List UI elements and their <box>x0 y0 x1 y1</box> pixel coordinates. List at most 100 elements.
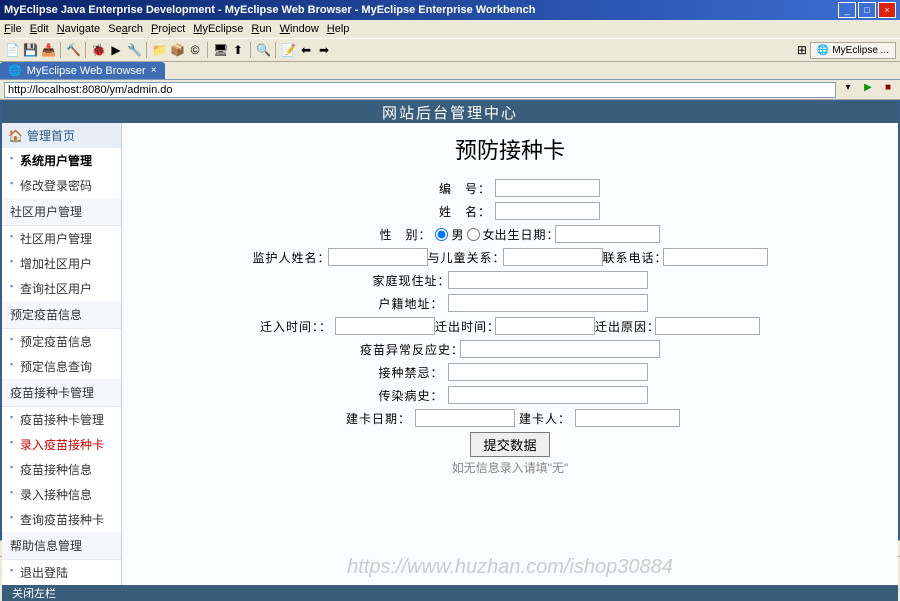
sidebar-item-enter-vaccine[interactable]: 录入接种信息 <box>2 482 121 507</box>
web-icon: 🌐 <box>8 64 22 77</box>
new-project-icon[interactable]: 📁 <box>151 42 167 58</box>
menu-project[interactable]: Project <box>151 23 185 35</box>
separator <box>250 42 251 58</box>
gender-radios: 男 女 <box>435 226 494 243</box>
sidebar-item-logout[interactable]: 退出登陆 <box>2 560 121 585</box>
menu-file[interactable]: File <box>4 23 22 35</box>
new-class-icon[interactable]: © <box>187 42 203 58</box>
nav-forward-icon[interactable]: ➡ <box>316 42 332 58</box>
input-move-reason[interactable] <box>655 317 760 335</box>
new-package-icon[interactable]: 📦 <box>169 42 185 58</box>
sidebar-group-help: 帮助信息管理 <box>2 532 121 560</box>
annotation-icon[interactable]: 📝 <box>280 42 296 58</box>
input-name[interactable] <box>495 202 600 220</box>
label-name: 姓 名： <box>420 203 495 220</box>
sidebar-item-query-card[interactable]: 查询疫苗接种卡 <box>2 507 121 532</box>
input-disease[interactable] <box>448 386 648 404</box>
sidebar-item-vaccine-info[interactable]: 疫苗接种信息 <box>2 457 121 482</box>
admin-sidebar: 🏠 管理首页 系统用户管理 修改登录密码 社区用户管理 社区用户管理 增加社区用… <box>2 123 122 585</box>
input-reg-addr[interactable] <box>448 294 648 312</box>
menu-bar: File Edit Navigate Search Project MyEcli… <box>0 20 900 38</box>
sidebar-item-password[interactable]: 修改登录密码 <box>2 173 121 198</box>
menu-help[interactable]: Help <box>327 23 350 35</box>
server-icon[interactable]: 🖥 <box>212 42 228 58</box>
label-phone: 联系电话： <box>603 249 663 266</box>
input-phone[interactable] <box>663 248 768 266</box>
close-tab-icon[interactable]: × <box>151 65 157 76</box>
input-move-in[interactable] <box>335 317 435 335</box>
menu-edit[interactable]: Edit <box>30 23 49 35</box>
menu-run[interactable]: Run <box>251 23 271 35</box>
menu-search[interactable]: Search <box>108 23 143 35</box>
url-dropdown-icon[interactable]: ▾ <box>840 82 856 98</box>
label-move-reason: 迁出原因： <box>595 318 655 335</box>
label-guardian: 监护人姓名： <box>253 249 328 266</box>
menu-navigate[interactable]: Navigate <box>57 23 100 35</box>
go-icon[interactable]: ▶ <box>860 82 876 98</box>
save-all-icon[interactable]: 📥 <box>40 42 56 58</box>
debug-icon[interactable]: 🐞 <box>90 42 106 58</box>
label-reg-addr: 户籍地址： <box>373 295 448 312</box>
editor-tab-bar: 🌐 MyEclipse Web Browser × <box>0 62 900 80</box>
new-icon[interactable]: 📄 <box>4 42 20 58</box>
url-input[interactable] <box>4 82 836 98</box>
input-home-addr[interactable] <box>448 271 648 289</box>
input-reaction[interactable] <box>460 340 660 358</box>
input-card-person[interactable] <box>575 409 680 427</box>
sidebar-group-reserve: 预定疫苗信息 <box>2 301 121 329</box>
input-card-date[interactable] <box>415 409 515 427</box>
input-birth[interactable] <box>555 225 660 243</box>
sidebar-home[interactable]: 🏠 管理首页 <box>2 123 121 148</box>
home-icon: 🏠 <box>8 129 23 143</box>
perspective-switcher: ⊞ 🌐 MyEclipse ... <box>794 42 896 59</box>
label-relation: 与儿童关系： <box>428 249 503 266</box>
close-button[interactable]: × <box>878 2 896 18</box>
nav-back-icon[interactable]: ⬅ <box>298 42 314 58</box>
menu-window[interactable]: Window <box>280 23 319 35</box>
minimize-button[interactable]: _ <box>838 2 856 18</box>
sidebar-item-community-mgmt[interactable]: 社区用户管理 <box>2 226 121 251</box>
radio-male[interactable] <box>435 228 448 241</box>
sidebar-item-reserve-query[interactable]: 预定信息查询 <box>2 354 121 379</box>
separator <box>207 42 208 58</box>
input-relation[interactable] <box>503 248 603 266</box>
window-title: MyEclipse Java Enterprise Development - … <box>4 4 535 16</box>
menu-myeclipse[interactable]: MyEclipse <box>193 23 243 35</box>
form-panel: 预防接种卡 编 号： 姓 名： 性 别： 男 女 <box>122 123 898 585</box>
input-move-out[interactable] <box>495 317 595 335</box>
myeclipse-perspective-button[interactable]: 🌐 MyEclipse ... <box>810 42 896 59</box>
input-contra[interactable] <box>448 363 648 381</box>
browser-viewport: 网站后台管理中心 🏠 管理首页 系统用户管理 修改登录密码 社区用户管理 社区用… <box>0 100 900 540</box>
sidebar-group-system[interactable]: 系统用户管理 <box>2 148 121 173</box>
browser-tab[interactable]: 🌐 MyEclipse Web Browser × <box>0 62 165 79</box>
label-reaction: 疫苗异常反应史： <box>360 341 460 358</box>
page-content: 网站后台管理中心 🏠 管理首页 系统用户管理 修改登录密码 社区用户管理 社区用… <box>2 102 898 538</box>
page-body: 🏠 管理首页 系统用户管理 修改登录密码 社区用户管理 社区用户管理 增加社区用… <box>2 123 898 585</box>
browser-url-bar: ▾ ▶ ■ <box>0 80 900 100</box>
sidebar-item-enter-card[interactable]: 录入疫苗接种卡 <box>2 432 121 457</box>
window-controls: _ □ × <box>838 2 896 18</box>
run-icon[interactable]: ▶ <box>108 42 124 58</box>
sidebar-item-card-mgmt[interactable]: 疫苗接种卡管理 <box>2 407 121 432</box>
build-icon[interactable]: 🔨 <box>65 42 81 58</box>
input-id[interactable] <box>495 179 600 197</box>
open-perspective-icon[interactable]: ⊞ <box>794 42 810 58</box>
deploy-icon[interactable]: ⬆ <box>230 42 246 58</box>
sidebar-item-add-community[interactable]: 增加社区用户 <box>2 251 121 276</box>
label-card-person: 建卡人： <box>515 410 575 427</box>
stop-icon[interactable]: ■ <box>880 82 896 98</box>
sidebar-item-reserve-info[interactable]: 预定疫苗信息 <box>2 329 121 354</box>
window-title-bar: MyEclipse Java Enterprise Development - … <box>0 0 900 20</box>
external-icon[interactable]: 🔧 <box>126 42 142 58</box>
save-icon[interactable]: 💾 <box>22 42 38 58</box>
form-title: 预防接种卡 <box>142 133 878 165</box>
label-move-out: 迁出时间： <box>435 318 495 335</box>
search-icon[interactable]: 🔍 <box>255 42 271 58</box>
radio-female[interactable] <box>467 228 480 241</box>
sidebar-item-query-community[interactable]: 查询社区用户 <box>2 276 121 301</box>
page-header: 网站后台管理中心 <box>2 102 898 123</box>
input-guardian[interactable] <box>328 248 428 266</box>
maximize-button[interactable]: □ <box>858 2 876 18</box>
sidebar-toggle-footer[interactable]: 关闭左栏 <box>2 585 898 601</box>
submit-button[interactable]: 提交数据 <box>470 432 549 457</box>
